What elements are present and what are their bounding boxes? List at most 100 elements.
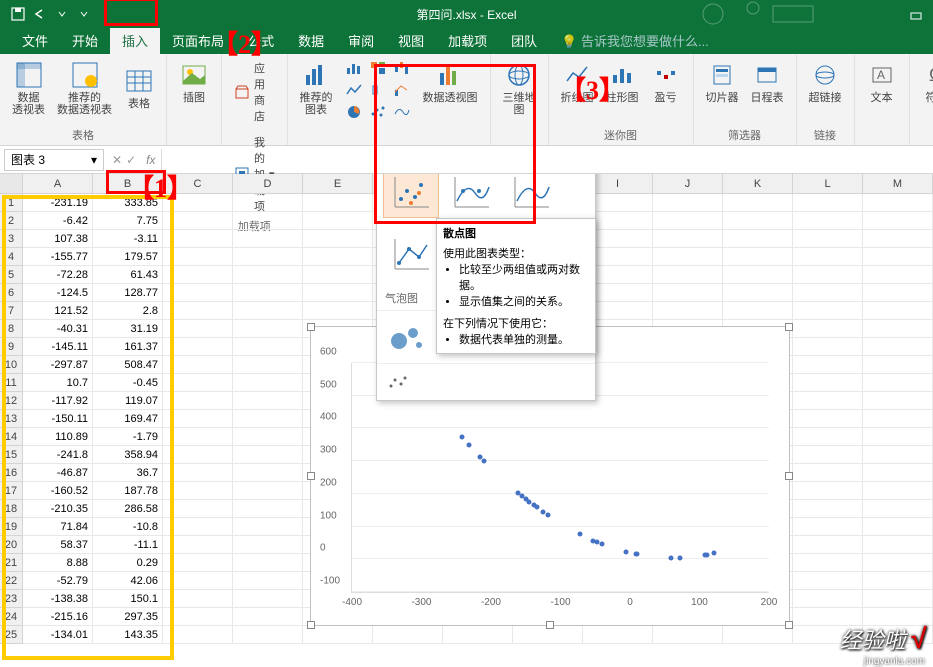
row-header[interactable]: 20 [0,536,23,554]
timeline-button[interactable]: 日程表 [747,58,788,106]
pie-chart-button[interactable] [343,102,365,122]
cell[interactable] [793,500,863,518]
cell[interactable] [793,266,863,284]
cell[interactable]: 10.7 [23,374,93,392]
cell[interactable] [163,356,233,374]
cell[interactable] [863,302,933,320]
row-header[interactable]: 19 [0,518,23,536]
cell[interactable] [233,518,303,536]
cell[interactable] [233,320,303,338]
cell[interactable]: -155.77 [23,248,93,266]
bubble-option[interactable] [383,317,431,357]
cell[interactable]: -160.52 [23,482,93,500]
cell[interactable] [653,248,723,266]
cell[interactable] [653,284,723,302]
scatter-smooth-lines-option[interactable] [443,174,499,218]
cell[interactable] [793,284,863,302]
cell[interactable] [233,392,303,410]
cell[interactable] [653,302,723,320]
cell[interactable] [233,500,303,518]
cell[interactable] [163,464,233,482]
cell[interactable] [793,392,863,410]
cell[interactable] [163,608,233,626]
cell[interactable]: 508.47 [93,356,163,374]
combo-chart-button[interactable] [391,80,413,100]
text-button[interactable]: A文本 [863,58,901,106]
hyperlink-button[interactable]: 超链接 [805,58,846,106]
cell[interactable] [233,464,303,482]
resize-handle[interactable] [307,323,315,331]
cell[interactable] [863,464,933,482]
cell[interactable]: -210.35 [23,500,93,518]
cell[interactable]: -52.79 [23,572,93,590]
cell[interactable] [303,194,373,212]
resize-handle[interactable] [307,472,315,480]
tab-插入[interactable]: 插入 [110,27,160,54]
cell[interactable]: 286.58 [93,500,163,518]
cell[interactable] [373,626,443,644]
select-all-corner[interactable] [0,174,23,194]
cell[interactable] [233,590,303,608]
cell[interactable]: -215.16 [23,608,93,626]
cell[interactable] [303,248,373,266]
cell[interactable] [303,302,373,320]
cell[interactable] [863,482,933,500]
cell[interactable] [303,212,373,230]
cell[interactable] [233,194,303,212]
cell[interactable] [863,410,933,428]
column-header[interactable]: J [653,174,723,194]
ribbon-options-icon[interactable] [909,7,923,21]
resize-handle[interactable] [307,621,315,629]
column-header[interactable]: K [723,174,793,194]
cell[interactable]: -3.11 [93,230,163,248]
scatter-markers-option[interactable] [383,174,439,218]
cell[interactable] [163,500,233,518]
illustrations-button[interactable]: 插图 [175,58,213,106]
cell[interactable]: -231.19 [23,194,93,212]
cell[interactable] [163,446,233,464]
row-header[interactable]: 16 [0,464,23,482]
cell[interactable] [233,338,303,356]
qat-customize-icon[interactable] [76,6,92,22]
row-header[interactable]: 17 [0,482,23,500]
cell[interactable]: 110.89 [23,428,93,446]
cell[interactable] [793,536,863,554]
cell[interactable] [793,428,863,446]
waterfall-chart-button[interactable] [391,58,413,78]
row-header[interactable]: 11 [0,374,23,392]
cell[interactable] [163,320,233,338]
cell[interactable] [793,446,863,464]
row-header[interactable]: 12 [0,392,23,410]
cell[interactable]: 119.07 [93,392,163,410]
cell[interactable]: 107.38 [23,230,93,248]
cell[interactable] [303,284,373,302]
cell[interactable]: -297.87 [23,356,93,374]
cell[interactable] [863,320,933,338]
row-header[interactable]: 8 [0,320,23,338]
row-header[interactable]: 6 [0,284,23,302]
store-button[interactable]: 应用商店 [230,58,279,126]
cell[interactable] [863,194,933,212]
undo-icon[interactable] [32,6,48,22]
cell[interactable] [863,356,933,374]
tab-审阅[interactable]: 审阅 [336,27,386,54]
cell[interactable] [233,410,303,428]
cell[interactable] [233,356,303,374]
cell[interactable] [233,536,303,554]
stat-chart-button[interactable] [367,80,389,100]
column-header[interactable]: E [303,174,373,194]
cell[interactable] [163,230,233,248]
resize-handle[interactable] [785,323,793,331]
cell[interactable]: -134.01 [23,626,93,644]
cell[interactable] [793,356,863,374]
cell[interactable] [653,626,723,644]
row-header[interactable]: 5 [0,266,23,284]
row-header[interactable]: 2 [0,212,23,230]
column-chart-button[interactable] [343,58,365,78]
cell[interactable] [233,302,303,320]
cell[interactable] [723,302,793,320]
cell[interactable] [793,554,863,572]
cell[interactable]: 358.94 [93,446,163,464]
cell[interactable]: 7.75 [93,212,163,230]
cell[interactable] [163,284,233,302]
